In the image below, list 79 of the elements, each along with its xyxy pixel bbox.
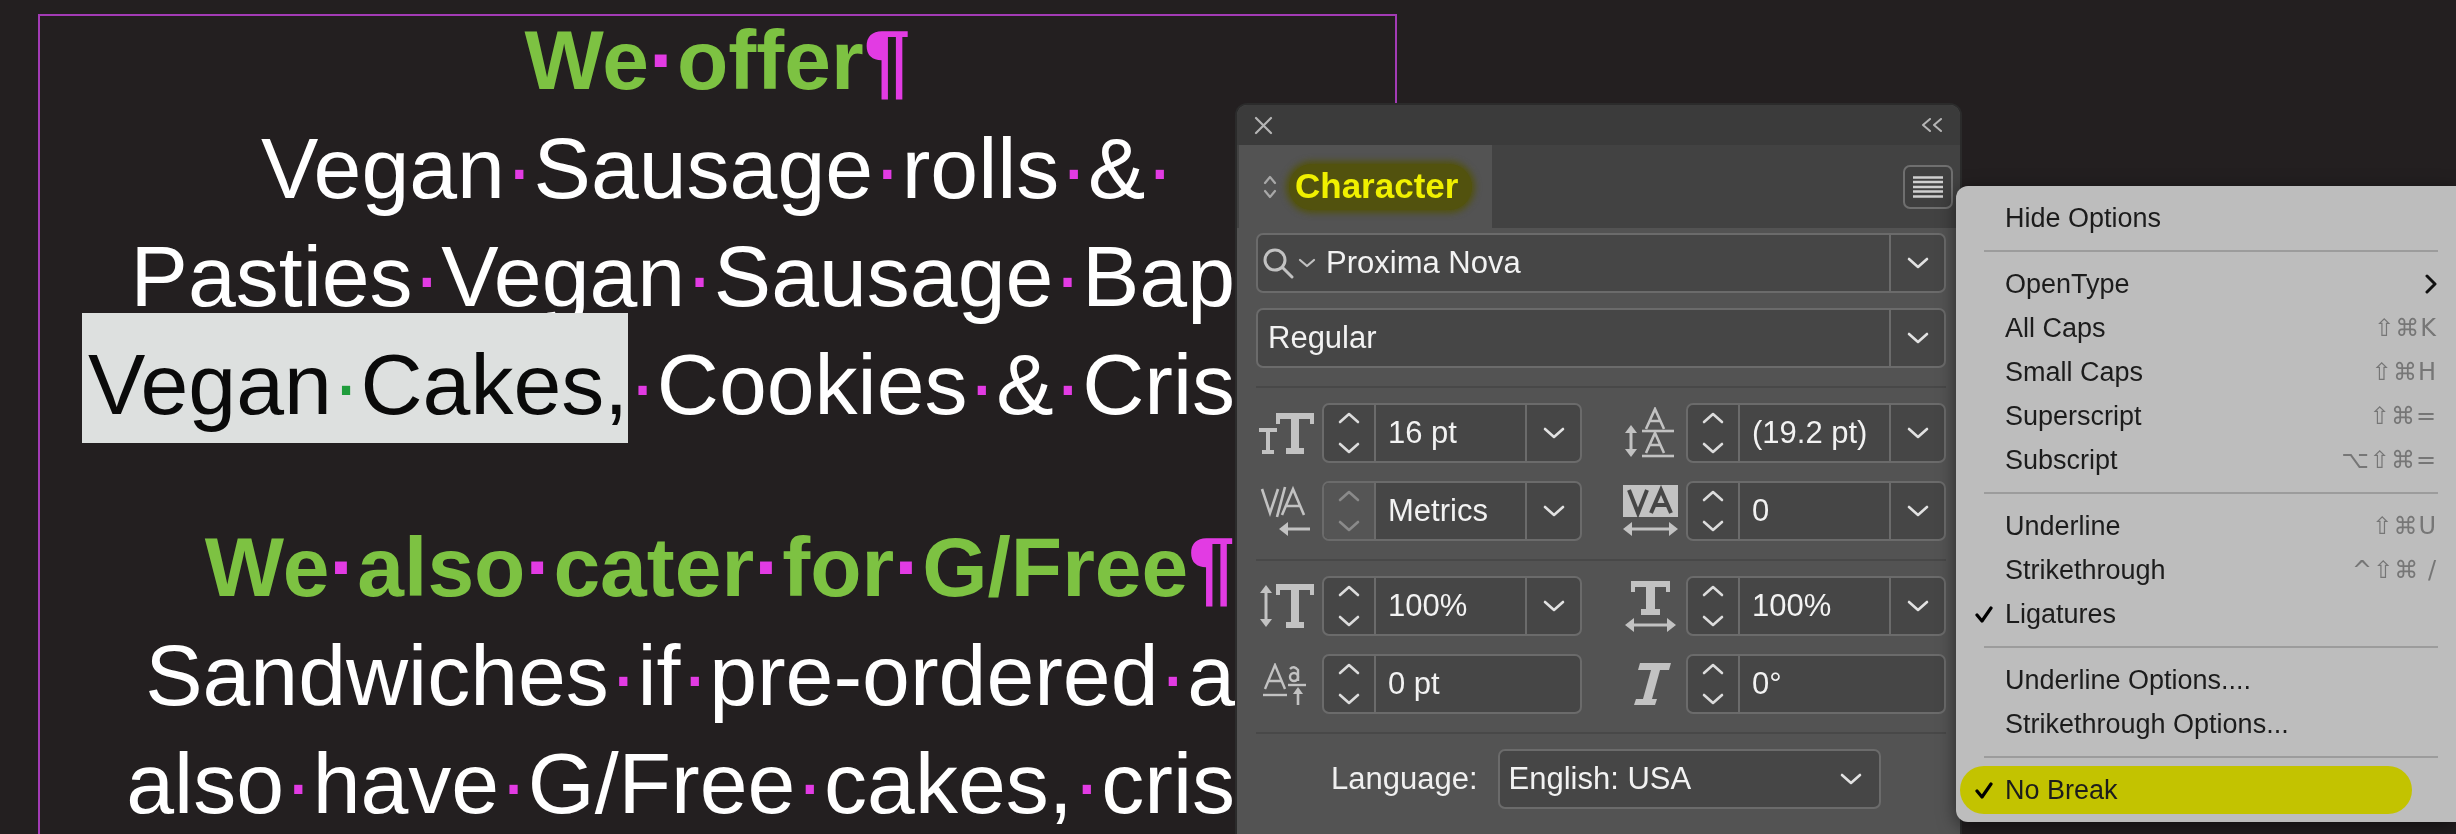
close-icon[interactable]	[1254, 115, 1273, 135]
horizontal-scale-icon	[1624, 580, 1676, 632]
menu-item[interactable]: No Break	[1962, 768, 2410, 812]
search-icon	[1262, 247, 1294, 279]
font-size-field[interactable]: 16 pt	[1322, 403, 1582, 463]
vertical-scale-icon	[1258, 584, 1314, 628]
chevron-down-icon	[1338, 442, 1360, 454]
keyboard-shortcut: ⇧⌘H	[2371, 358, 2437, 386]
language-label: Language:	[1331, 761, 1478, 797]
menu-item[interactable]: Small Caps ⇧⌘H	[1962, 350, 2456, 394]
chevron-down-icon	[1338, 520, 1360, 532]
font-family-field[interactable]: Proxima Nova	[1256, 233, 1946, 293]
keyboard-shortcut: ⇧⌘=	[2369, 402, 2437, 430]
keyboard-shortcut: ^⇧⌘ /	[2352, 556, 2437, 584]
menu-item[interactable]: Superscript ⇧⌘=	[1962, 394, 2456, 438]
chevron-down-icon	[1702, 615, 1724, 627]
horizontal-scale-field[interactable]: 100%	[1686, 576, 1946, 636]
checkmark-icon	[1975, 781, 1993, 799]
chevron-down-icon	[1702, 693, 1724, 705]
kerning-icon	[1259, 485, 1313, 537]
collapse-icon[interactable]	[1921, 118, 1943, 132]
chevron-right-icon	[2425, 274, 2437, 294]
panel-tab[interactable]: Character	[1239, 145, 1492, 228]
keyboard-shortcut: ⌥⇧⌘=	[2341, 446, 2437, 474]
chevron-down-icon	[1702, 520, 1724, 532]
chevron-down-icon	[1338, 693, 1360, 705]
heading-text: We·also·cater·for·G/Free¶	[204, 520, 1235, 614]
chevron-down-icon	[1906, 505, 1929, 517]
body-text: Sandwiches·if·pre-ordered·a	[145, 627, 1235, 723]
chevron-up-icon	[1702, 412, 1724, 424]
selected-text: Vegan·Cakes,	[81, 313, 629, 443]
menu-item[interactable]: Underline ⇧⌘U	[1962, 504, 2456, 548]
tracking-icon	[1622, 485, 1678, 537]
checkmark-icon	[1975, 605, 1993, 623]
menu-icon	[1913, 175, 1943, 198]
chevron-down-icon	[1542, 505, 1565, 517]
chevron-down-icon	[1906, 427, 1929, 439]
tracking-field[interactable]: 0	[1686, 481, 1946, 541]
menu-item[interactable]: Underline Options....	[1962, 658, 2456, 702]
menu-item[interactable]: All Caps ⇧⌘K	[1962, 306, 2456, 350]
menu-item[interactable]: Ligatures	[1962, 592, 2456, 636]
chevron-down-icon	[1298, 258, 1316, 268]
chevron-up-icon	[1338, 412, 1360, 424]
body-text: ·Cookies·&·Cris	[628, 336, 1235, 432]
keyboard-shortcut: ⇧⌘K	[2374, 314, 2437, 342]
panel-menu-button[interactable]	[1903, 164, 1953, 209]
chevron-up-icon	[1702, 663, 1724, 675]
chevron-down-icon	[1906, 332, 1929, 344]
menu-item[interactable]: Subscript ⌥⇧⌘=	[1962, 438, 2456, 482]
chevron-down-icon	[1338, 615, 1360, 627]
keyboard-shortcut: ⇧⌘U	[2372, 512, 2437, 540]
font-style-field[interactable]: Regular	[1256, 308, 1946, 368]
chevron-up-icon	[1702, 585, 1724, 597]
chevron-up-icon	[1702, 490, 1724, 502]
text-size-icon	[1258, 412, 1314, 454]
chevron-down-icon	[1839, 773, 1862, 785]
chevron-down-icon	[1906, 600, 1929, 612]
chevron-down-icon	[1906, 257, 1929, 269]
kerning-field[interactable]: Metrics	[1322, 481, 1582, 541]
menu-item[interactable]: Strikethrough ^⇧⌘ /	[1962, 548, 2456, 592]
menu-item[interactable]: Strikethrough Options...	[1962, 702, 2456, 746]
chevron-down-icon	[1542, 427, 1565, 439]
chevron-up-icon	[1338, 490, 1360, 502]
baseline-shift-field[interactable]: 0 pt	[1322, 654, 1582, 714]
up-down-chevron-icon	[1263, 174, 1277, 199]
chevron-up-icon	[1338, 663, 1360, 675]
chevron-up-icon	[1338, 585, 1360, 597]
vertical-scale-field[interactable]: 100%	[1322, 576, 1582, 636]
skew-field[interactable]: 0°	[1686, 654, 1946, 714]
heading-text: We·offer¶	[524, 13, 911, 107]
menu-item[interactable]: Hide Options	[1962, 196, 2456, 240]
leading-field[interactable]: (19.2 pt)	[1686, 403, 1946, 463]
chevron-down-icon	[1702, 442, 1724, 454]
menu-item[interactable]: OpenType	[1962, 262, 2456, 306]
body-text: also·have·G/Free·cakes,·cris	[126, 735, 1235, 831]
leading-icon	[1624, 407, 1676, 459]
chevron-down-icon	[1542, 600, 1565, 612]
language-dropdown[interactable]: English: USA	[1497, 749, 1881, 809]
body-text: Vegan·Sausage·rolls·&·	[260, 120, 1175, 216]
